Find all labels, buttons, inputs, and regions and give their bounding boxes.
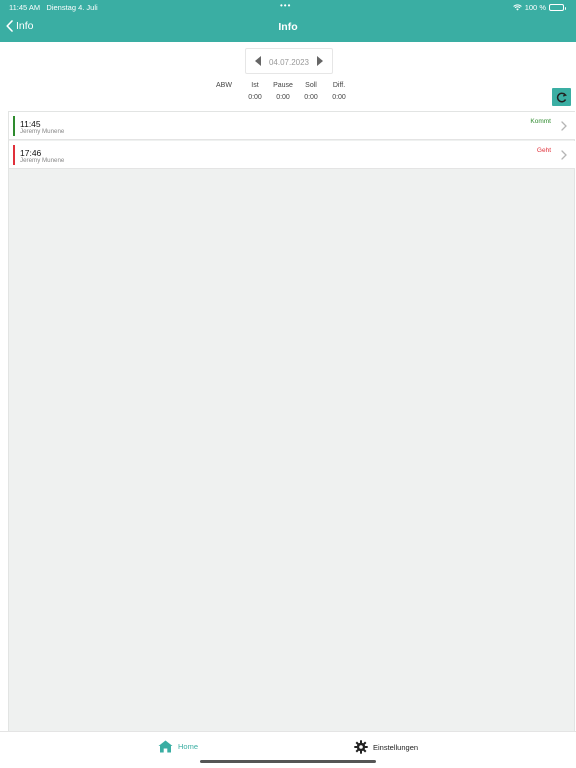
chevron-right-icon — [561, 121, 567, 131]
summary-col-abw: ABW — [210, 82, 238, 108]
summary-header: Pause — [273, 82, 293, 89]
entry-status: Kommt — [530, 118, 551, 125]
status-indicator-bar — [13, 116, 15, 136]
date-picker: 04.07.2023 — [245, 48, 333, 74]
summary-header: Diff. — [332, 82, 346, 89]
list-item[interactable]: 11:45 Jeremy Munene Kommt — [9, 112, 575, 140]
home-indicator[interactable] — [200, 760, 376, 763]
summary-value: 0:00 — [332, 94, 346, 101]
battery-icon — [549, 4, 566, 11]
battery-percent: 100 % — [524, 3, 546, 12]
refresh-button[interactable] — [552, 88, 571, 106]
tab-home[interactable]: Home — [158, 740, 198, 753]
summary-col-pause: Pause 0:00 — [269, 82, 297, 108]
summary-value: 0:00 — [276, 94, 290, 101]
summary-header: Ist — [251, 82, 259, 89]
summary-col-ist: Ist 0:00 — [241, 82, 269, 108]
gear-icon — [354, 740, 368, 754]
booking-list: 11:45 Jeremy Munene Kommt 17:46 Jeremy M… — [8, 111, 575, 731]
tab-home-label: Home — [178, 742, 199, 751]
status-bar: 11:45 AM Dienstag 4. Juli ••• 100 % — [0, 0, 576, 14]
top-bar: 11:45 AM Dienstag 4. Juli ••• 100 % Info… — [0, 0, 576, 42]
chevron-right-icon — [561, 150, 567, 160]
entry-name: Jeremy Munene — [20, 157, 65, 164]
tab-settings[interactable]: Einstellungen — [354, 740, 418, 754]
tab-settings-label: Einstellungen — [373, 742, 419, 752]
wifi-icon — [512, 4, 522, 11]
page-title: Info — [278, 21, 298, 33]
status-indicator-bar — [13, 145, 15, 165]
navigation-bar: Info Info — [0, 14, 576, 42]
status-right: 100 % — [512, 3, 566, 12]
summary-col-diff: Diff. 0:00 — [325, 82, 353, 108]
summary-header: ABW — [216, 82, 232, 89]
multitasking-dots-icon[interactable]: ••• — [280, 1, 291, 10]
summary-col-soll: Soll 0:00 — [297, 82, 325, 108]
summary-header: Soll — [305, 82, 317, 89]
status-date: Dienstag 4. Juli — [46, 3, 98, 12]
home-icon — [158, 740, 173, 753]
list-item[interactable]: 17:46 Jeremy Munene Geht — [9, 141, 575, 169]
status-time: 11:45 AM Dienstag 4. Juli — [9, 3, 98, 12]
refresh-icon — [556, 92, 567, 102]
entry-name: Jeremy Munene — [20, 128, 65, 135]
summary-value: 0:00 — [248, 94, 262, 101]
entry-status: Geht — [536, 147, 551, 154]
summary-value: 0:00 — [304, 94, 318, 101]
next-day-icon[interactable] — [317, 56, 323, 66]
